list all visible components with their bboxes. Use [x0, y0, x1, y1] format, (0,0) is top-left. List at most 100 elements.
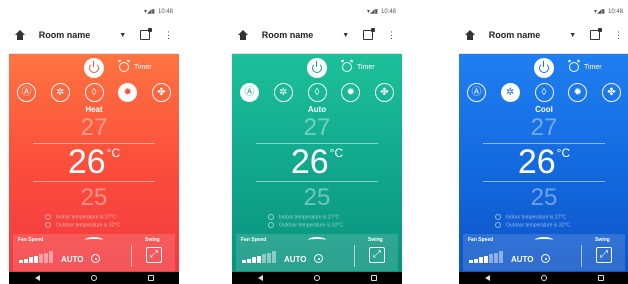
- mode-cool-button[interactable]: ✲: [500, 83, 520, 102]
- home-circle-icon[interactable]: [90, 275, 97, 281]
- mode-dry-button[interactable]: ◊: [534, 83, 554, 102]
- fan-speed-bars[interactable]: [242, 251, 276, 263]
- timer-button[interactable]: Timer: [569, 62, 602, 72]
- thermometer-icon: [495, 214, 501, 220]
- power-icon: [89, 61, 99, 73]
- fan-auto-label[interactable]: AUTO: [61, 255, 84, 264]
- fan-mode-icon[interactable]: [314, 254, 323, 263]
- more-menu-icon[interactable]: ⋮: [164, 30, 173, 40]
- mode-selector: Ⓐ ✲ ◊ ✹ ✤: [240, 83, 394, 102]
- fan-speed-bar: [499, 251, 503, 263]
- swing-icon[interactable]: ⤢: [596, 247, 612, 263]
- signal-icon: ▾◢▮: [144, 9, 155, 15]
- recents-icon[interactable]: [370, 275, 377, 281]
- power-button[interactable]: [307, 58, 327, 78]
- panel-divider: [581, 245, 582, 267]
- swing-label: Swing: [368, 237, 383, 243]
- home-circle-icon[interactable]: [540, 275, 547, 281]
- mode-dry-button[interactable]: ◊: [307, 83, 327, 102]
- temp-up-value[interactable]: 27: [459, 116, 628, 140]
- home-icon[interactable]: [465, 30, 475, 40]
- mode-auto-button[interactable]: Ⓐ: [17, 83, 36, 102]
- timer-label: Timer: [134, 63, 152, 71]
- mode-fan-button[interactable]: ✤: [152, 83, 171, 102]
- swing-icon[interactable]: ⤢: [369, 247, 385, 263]
- fan-mode-icon[interactable]: [91, 254, 100, 263]
- mode-name: Heat: [85, 105, 103, 114]
- fan-speed-bar: [247, 258, 251, 263]
- panel-handle-icon[interactable]: [85, 237, 103, 243]
- fan-speed-label: Fan Speed: [18, 237, 44, 243]
- mode-name: Cool: [535, 105, 553, 114]
- recents-icon[interactable]: [147, 275, 154, 281]
- room-name[interactable]: Room name: [489, 30, 559, 40]
- dropdown-icon[interactable]: ▼: [119, 32, 126, 39]
- fan-mode-icon[interactable]: [541, 254, 550, 263]
- temp-up-value[interactable]: 27: [9, 116, 179, 140]
- home-circle-icon[interactable]: [313, 275, 320, 281]
- recents-icon[interactable]: [597, 275, 604, 281]
- mode-auto-button[interactable]: Ⓐ: [467, 83, 486, 102]
- temp-down-value[interactable]: 25: [459, 186, 628, 210]
- back-icon[interactable]: [34, 275, 40, 281]
- room-name[interactable]: Room name: [262, 30, 332, 40]
- mode-cool-button[interactable]: ✲: [50, 83, 70, 102]
- power-icon: [539, 61, 549, 73]
- timer-label: Timer: [584, 63, 602, 71]
- back-icon[interactable]: [257, 275, 263, 281]
- fan-speed-bar: [262, 254, 266, 263]
- fan-speed-bars[interactable]: [19, 251, 53, 263]
- phone-cool: ▾◢▮ 10:48 Room name ▼ ⋮ Timer Ⓐ ✲ ◊ ✹ ✤ …: [459, 6, 628, 284]
- indoor-temp-text: Indoor temperature is 27°C: [506, 214, 567, 221]
- mode-heat-button[interactable]: ✹: [118, 83, 138, 102]
- swing-icon[interactable]: ⤢: [146, 247, 162, 263]
- device-icon[interactable]: [590, 28, 602, 40]
- temp-down-value[interactable]: 25: [9, 186, 179, 210]
- temp-down-value[interactable]: 25: [232, 186, 402, 210]
- temp-unit: °C: [106, 146, 121, 160]
- mode-selector: Ⓐ ✲ ◊ ✹ ✤: [467, 83, 621, 102]
- timer-button[interactable]: Timer: [342, 62, 375, 72]
- power-button[interactable]: [84, 58, 104, 78]
- alarm-clock-icon: [342, 62, 352, 72]
- mode-fan-button[interactable]: ✤: [375, 83, 394, 102]
- outdoor-temp-info: Outdoor temperature is 32°C: [268, 222, 398, 228]
- mode-heat-button[interactable]: ✹: [341, 83, 361, 102]
- room-name[interactable]: Room name: [39, 30, 109, 40]
- outdoor-temp-text: Outdoor temperature is 32°C: [56, 222, 120, 229]
- panel-divider: [131, 245, 132, 267]
- indoor-temp-info: Indoor temperature is 27°C: [495, 214, 625, 220]
- mode-dry-button[interactable]: ◊: [84, 83, 104, 102]
- device-icon[interactable]: [363, 28, 375, 40]
- control-screen: Timer Ⓐ ✲ ◊ ✹ ✤ Heat 27 26°C 25 Indoor t…: [9, 54, 179, 272]
- android-nav-bar: [9, 272, 179, 284]
- outdoor-temp-info: Outdoor temperature is 32°C: [495, 222, 625, 228]
- status-time: 10:48: [157, 8, 173, 15]
- home-icon[interactable]: [15, 30, 25, 40]
- fan-swing-panel: Fan Speed Swing AUTO ⤢: [463, 234, 625, 271]
- fan-speed-bar: [489, 254, 493, 263]
- alarm-clock-icon: [119, 62, 129, 72]
- more-menu-icon[interactable]: ⋮: [387, 30, 396, 40]
- home-icon[interactable]: [238, 30, 248, 40]
- fan-auto-label[interactable]: AUTO: [511, 255, 534, 264]
- temp-up-value[interactable]: 27: [232, 116, 402, 140]
- back-icon[interactable]: [484, 275, 490, 281]
- dropdown-icon[interactable]: ▼: [342, 32, 349, 39]
- swing-label: Swing: [145, 237, 160, 243]
- timer-button[interactable]: Timer: [119, 62, 152, 72]
- mode-fan-button[interactable]: ✤: [602, 83, 621, 102]
- fan-auto-label[interactable]: AUTO: [284, 255, 307, 264]
- fan-speed-label: Fan Speed: [468, 237, 494, 243]
- fan-speed-bars[interactable]: [469, 251, 503, 263]
- more-menu-icon[interactable]: ⋮: [614, 30, 623, 40]
- panel-handle-icon[interactable]: [535, 237, 553, 243]
- panel-handle-icon[interactable]: [308, 237, 326, 243]
- mode-heat-button[interactable]: ✹: [568, 83, 588, 102]
- divider-line: [483, 181, 605, 182]
- dropdown-icon[interactable]: ▼: [569, 32, 576, 39]
- mode-cool-button[interactable]: ✲: [273, 83, 293, 102]
- mode-auto-button[interactable]: Ⓐ: [240, 83, 259, 102]
- power-button[interactable]: [534, 58, 554, 78]
- device-icon[interactable]: [140, 28, 152, 40]
